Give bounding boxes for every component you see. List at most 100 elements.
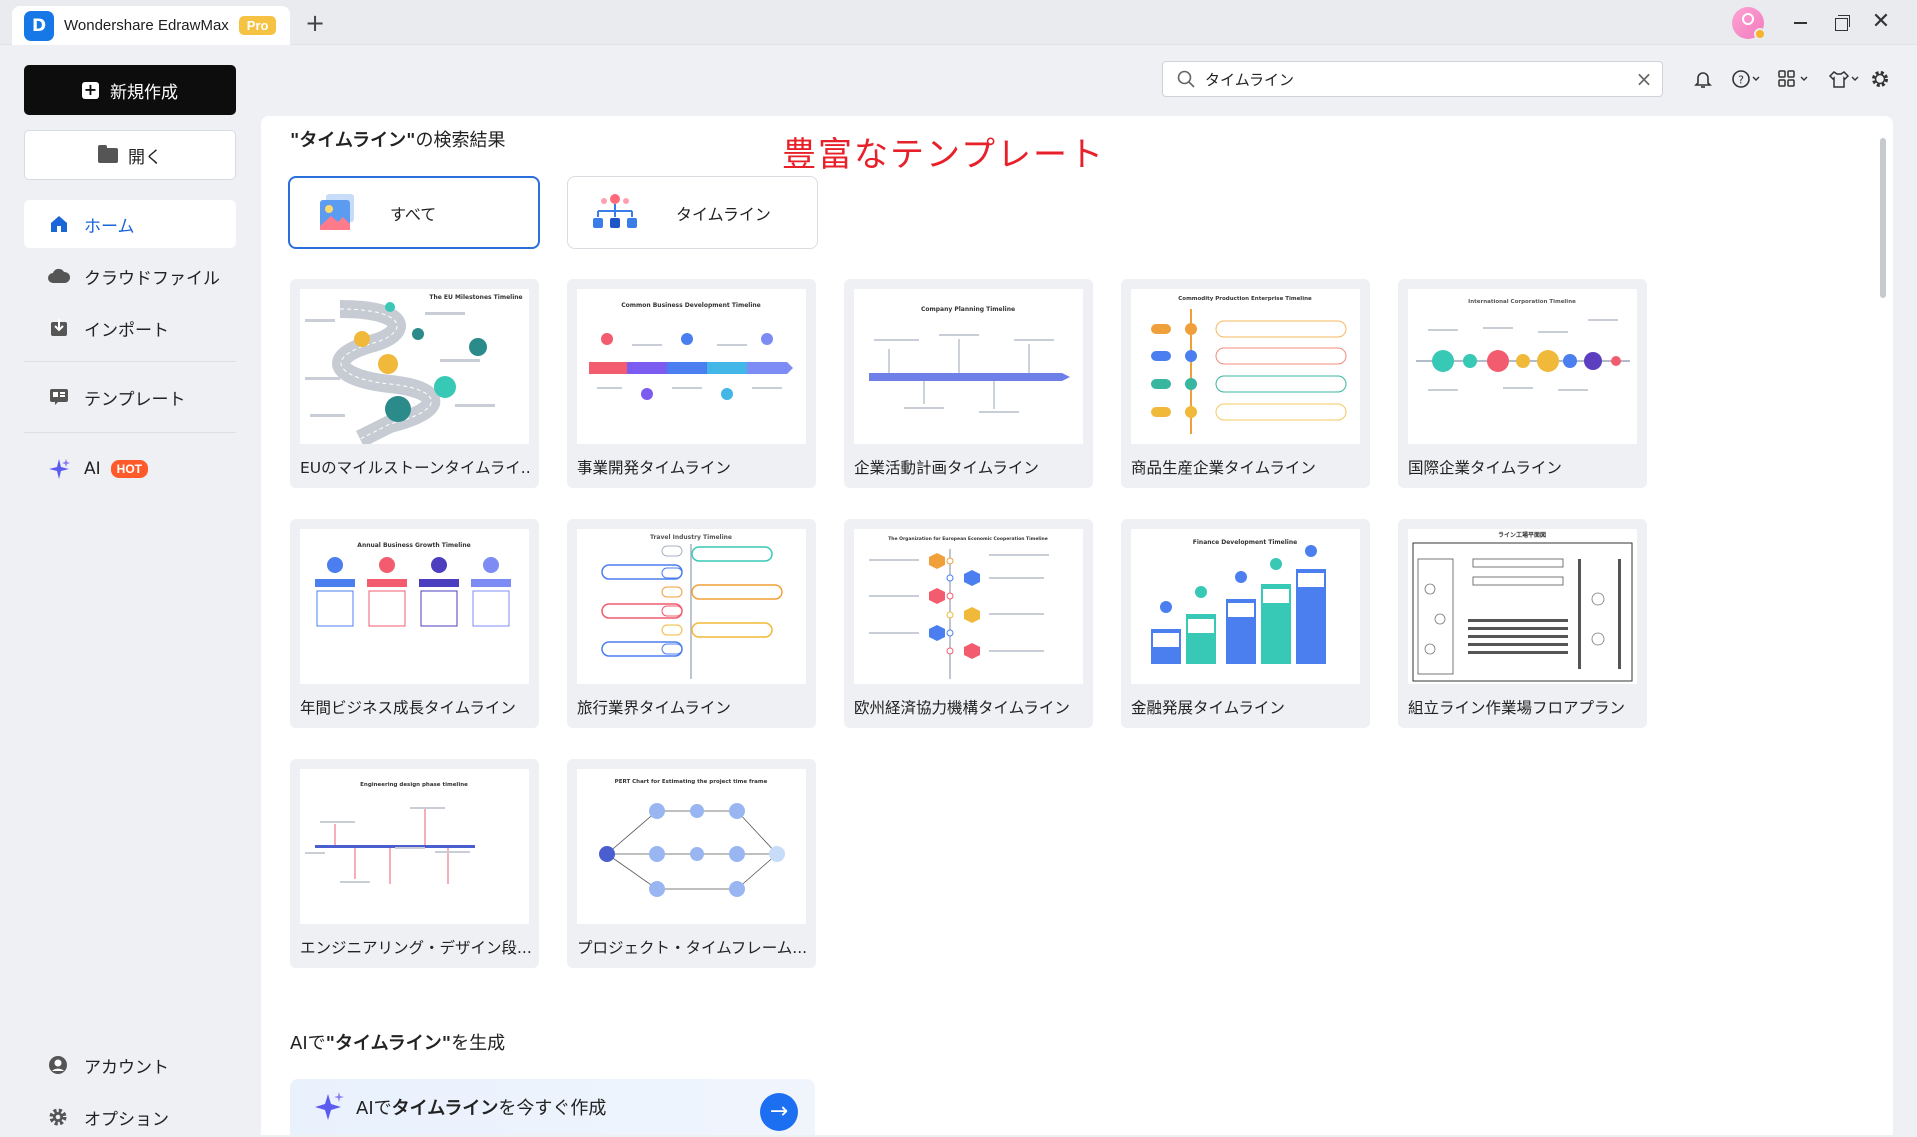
app-name: Wondershare EdrawMax: [64, 17, 229, 34]
thumb-title: International Corporation Timeline: [1468, 299, 1576, 305]
template-thumbnail: Finance Development Timeline: [1131, 529, 1360, 684]
new-document-label: 新規作成: [110, 82, 178, 103]
template-label: 旅行業界タイムライン: [577, 699, 731, 717]
sidebar-item-label: ホーム: [84, 216, 135, 237]
gear-icon: [48, 1107, 70, 1127]
promo-text: 豊富なテンプレート: [782, 135, 1105, 175]
search-bar[interactable]: ×: [1162, 61, 1663, 97]
filter-all-label: すべて: [390, 204, 437, 224]
template-thumbnail: Common Business Development Timeline: [577, 289, 806, 444]
template-card[interactable]: Annual Business Growth Timeline 年間ビジネス成長…: [290, 519, 539, 728]
pro-badge: Pro: [238, 16, 277, 35]
results-suffix: の検索結果: [415, 130, 506, 151]
clear-search-icon[interactable]: ×: [1626, 67, 1662, 91]
sidebar-item-import[interactable]: インポート: [24, 304, 236, 352]
sidebar-item-label: クラウドファイル: [84, 268, 220, 289]
sidebar-item-cloud[interactable]: クラウドファイル: [24, 252, 236, 300]
template-thumbnail: The EU Milestones Timeline: [300, 289, 529, 444]
sidebar-item-label: AI: [84, 459, 101, 479]
scrollbar-thumb[interactable]: [1880, 138, 1886, 298]
ai-generate-arrow-button[interactable]: →: [760, 1093, 798, 1131]
template-label: 年間ビジネス成長タイムライン: [300, 699, 516, 717]
template-card[interactable]: Common Business Development Timeline 事業開…: [567, 279, 816, 488]
search-input[interactable]: [1205, 70, 1626, 88]
template-label: エンジニアリング・デザイン段...: [300, 939, 532, 957]
filter-timeline[interactable]: タイムライン: [567, 176, 818, 249]
plus-icon: +: [82, 80, 99, 99]
sidebar-item-ai[interactable]: AI HOT: [24, 445, 236, 493]
ai-generate-bar[interactable]: AIで タイムライン を今すぐ作成 →: [290, 1079, 815, 1135]
sidebar-item-account[interactable]: アカウント: [24, 1045, 236, 1085]
template-card[interactable]: Engineering design phase timeline エンジニアリ…: [290, 759, 539, 968]
ai-title-prefix: AIで: [290, 1033, 326, 1054]
thumb-title: PERT Chart for Estimating the project ti…: [615, 779, 768, 785]
template-card[interactable]: The Organization for European Economic C…: [844, 519, 1093, 728]
template-card[interactable]: International Corporation Timeline 国際企業タ…: [1398, 279, 1647, 488]
account-icon: [48, 1055, 70, 1075]
thumb-title: Finance Development Timeline: [1193, 539, 1297, 546]
filter-all[interactable]: すべて: [288, 176, 540, 249]
hot-badge: HOT: [110, 460, 148, 478]
sidebar-item-options[interactable]: オプション: [24, 1097, 236, 1137]
template-card[interactable]: PERT Chart for Estimating the project ti…: [567, 759, 816, 968]
ai-bar-prefix: AIで: [356, 1098, 392, 1119]
sidebar-item-label: テンプレート: [84, 389, 186, 410]
app-tab[interactable]: D Wondershare EdrawMax Pro: [12, 6, 290, 45]
apps-grid-icon[interactable]: [1777, 67, 1809, 91]
minimize-button[interactable]: [1785, 8, 1815, 36]
template-label: 国際企業タイムライン: [1408, 459, 1562, 477]
template-thumbnail: Travel Industry Timeline: [577, 529, 806, 684]
sidebar: + 新規作成 開く ホーム クラウドファイル インポート テンプレート AI H…: [0, 45, 260, 1135]
template-card[interactable]: Company Planning Timeline 企業活動計画タイムライン: [844, 279, 1093, 488]
new-document-button[interactable]: + 新規作成: [24, 65, 236, 115]
svg-text:?: ?: [1738, 74, 1744, 87]
sidebar-item-home[interactable]: ホーム: [24, 200, 236, 248]
new-tab-button[interactable]: +: [300, 8, 330, 38]
sidebar-divider: [24, 432, 236, 433]
template-label: 企業活動計画タイムライン: [854, 459, 1039, 477]
template-thumbnail: PERT Chart for Estimating the project ti…: [577, 769, 806, 924]
template-label: 商品生産企業タイムライン: [1131, 459, 1316, 477]
title-bar: D Wondershare EdrawMax Pro + ✕: [0, 0, 1917, 45]
template-thumbnail: Annual Business Growth Timeline: [300, 529, 529, 684]
template-label: 組立ライン作業場フロアプラン: [1408, 699, 1626, 717]
restore-button[interactable]: [1826, 8, 1856, 36]
template-card[interactable]: Commodity Production Enterprise Timeline…: [1121, 279, 1370, 488]
image-gallery-icon: [320, 193, 354, 230]
template-card[interactable]: The EU Milestones Timeline EUのマイルストーンタイム…: [290, 279, 539, 488]
main-panel: "タイムライン"の検索結果 豊富なテンプレート すべて タイムライン The E…: [261, 116, 1893, 1135]
sidebar-divider: [24, 361, 236, 362]
search-results-title: "タイムライン"の検索結果: [290, 126, 506, 152]
filter-timeline-label: タイムライン: [676, 204, 771, 224]
sidebar-item-templates[interactable]: テンプレート: [24, 373, 236, 421]
template-thumbnail: The Organization for European Economic C…: [854, 529, 1083, 684]
template-label: プロジェクト・タイムフレーム...: [577, 939, 808, 957]
template-card[interactable]: ライン工場平面図 組立ライン作業場フロアプラン: [1398, 519, 1647, 728]
thumb-title: Common Business Development Timeline: [621, 302, 761, 309]
template-card[interactable]: Finance Development Timeline 金融発展タイムライン: [1121, 519, 1370, 728]
thumb-title: Company Planning Timeline: [921, 306, 1015, 313]
ai-title-suffix: を生成: [451, 1033, 506, 1054]
ai-title-query: "タイムライン": [325, 1033, 452, 1054]
edrawmax-logo-icon: D: [24, 10, 54, 41]
ai-bar-query: タイムライン: [391, 1098, 499, 1119]
template-card[interactable]: Travel Industry Timeline 旅行業界タイムライン: [567, 519, 816, 728]
template-thumbnail: Company Planning Timeline: [854, 289, 1083, 444]
bell-icon[interactable]: [1693, 67, 1713, 91]
help-icon[interactable]: ?: [1731, 67, 1761, 91]
results-query: "タイムライン": [290, 130, 416, 151]
template-thumbnail: International Corporation Timeline: [1408, 289, 1637, 444]
sidebar-item-label: インポート: [84, 320, 169, 341]
close-window-button[interactable]: ✕: [1866, 8, 1896, 36]
settings-gear-icon[interactable]: [1870, 67, 1890, 91]
thumb-title: Annual Business Growth Timeline: [357, 542, 470, 549]
ai-sparkle-icon: [48, 459, 70, 479]
thumb-title: Engineering design phase timeline: [360, 782, 468, 788]
template-label: 事業開発タイムライン: [577, 459, 731, 477]
user-avatar[interactable]: [1732, 7, 1766, 40]
template-thumbnail: ライン工場平面図: [1408, 529, 1637, 684]
open-file-button[interactable]: 開く: [24, 130, 236, 180]
ai-generate-title: AIで"タイムライン"を生成: [290, 1029, 505, 1055]
search-icon: [1177, 70, 1195, 88]
shirt-theme-icon[interactable]: [1828, 67, 1860, 91]
